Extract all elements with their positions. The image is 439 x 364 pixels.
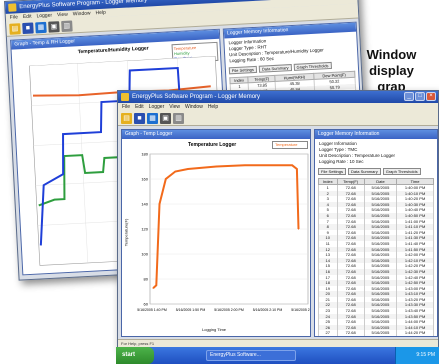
logger-icon[interactable]: ▣ — [48, 20, 60, 33]
open-folder-icon[interactable]: ▤ — [9, 22, 21, 35]
menu-edit[interactable]: Edit — [135, 103, 144, 111]
menu-view[interactable]: View — [169, 103, 180, 111]
tab-graph-thresholds[interactable]: Graph Thresholds — [382, 168, 421, 175]
legend-temperature: Temperature — [275, 142, 298, 147]
taskbar: start EnergyPlus Software... 9:15 PM — [116, 347, 439, 364]
data-point — [155, 284, 157, 286]
menu-view[interactable]: View — [57, 11, 68, 20]
data-point — [152, 287, 154, 289]
y-tick-label: 60 — [144, 302, 149, 307]
front-menubar: File Edit Logger View Window Help — [118, 103, 438, 111]
menu-file[interactable]: File — [122, 103, 130, 111]
menu-logger[interactable]: Logger — [149, 103, 165, 111]
start-button[interactable]: start — [116, 347, 154, 364]
maximize-button[interactable]: □ — [415, 92, 425, 101]
front-tabs: File Settings Data Summary Graph Thresho… — [315, 167, 437, 176]
table-cell: 1:44:20 PM — [396, 330, 434, 336]
table-cell: 5/16/2005 — [363, 330, 398, 336]
info-line: Logging Rate : 10 Sec — [319, 159, 364, 164]
menu-window[interactable]: Window — [73, 9, 91, 18]
front-toolbar: ▤ ■ ▦ ▣ ▥ — [118, 111, 438, 126]
x-tick-label: 5/16/2005 2:10 PM — [253, 308, 283, 312]
menu-help[interactable]: Help — [95, 9, 106, 18]
window-controls: _ □ × — [404, 92, 436, 101]
data-point — [291, 164, 293, 166]
front-plot-title: Temperature Logger — [188, 142, 237, 148]
menu-file[interactable]: File — [10, 13, 18, 21]
tab-data-summary[interactable]: Data Summary — [258, 64, 292, 73]
x-tick-label: 5/16/2005 2:20 PM — [291, 308, 310, 312]
y-tick-label: 180 — [141, 152, 148, 157]
taskbar-app-button[interactable]: EnergyPlus Software... — [206, 350, 296, 361]
x-tick-label: 5/16/2005 2:00 PM — [214, 308, 244, 312]
data-point — [296, 168, 298, 170]
front-memory-window: Logger Memory Information Logger Informa… — [314, 129, 438, 337]
print-icon[interactable]: ▥ — [61, 19, 73, 32]
data-point — [215, 165, 217, 168]
front-ylabel: Temperature(F) — [123, 218, 129, 247]
save-icon[interactable]: ■ — [134, 112, 145, 124]
menu-window[interactable]: Window — [185, 103, 203, 111]
x-tick-label: 5/16/2005 1:40 PM — [137, 308, 167, 312]
app-icon — [8, 3, 17, 12]
front-graph-window: Graph - Temp Logger Temperature Logger T… — [121, 129, 311, 337]
table-cell: 72.68 — [336, 330, 365, 336]
front-memory-info: Logger Information Logger Type : TMC Uni… — [315, 139, 437, 167]
status-bar: For Help, press F1 — [118, 339, 438, 347]
front-plot: 180 160 140 120 100 80 605/16/2005 1:40 PM 5/16… — [137, 152, 310, 312]
print-icon[interactable]: ▥ — [173, 112, 184, 124]
data-point — [174, 170, 176, 173]
y-tick-label: 140 — [141, 202, 148, 207]
system-tray-clock: 9:15 PM — [395, 347, 439, 364]
close-button[interactable]: × — [426, 92, 436, 101]
save-icon[interactable]: ■ — [22, 22, 34, 34]
tab-graph-thresholds[interactable]: Graph Thresholds — [293, 61, 332, 71]
chart-icon[interactable]: ▦ — [147, 112, 158, 124]
menu-help[interactable]: Help — [208, 103, 218, 111]
logger-icon[interactable]: ▣ — [160, 112, 171, 124]
menu-edit[interactable]: Edit — [23, 13, 32, 21]
y-tick-label: 80 — [144, 277, 149, 282]
front-xlabel: Logging Time — [202, 327, 227, 332]
y-tick-label: 100 — [141, 252, 148, 257]
open-folder-icon[interactable]: ▤ — [121, 112, 132, 124]
minimize-button[interactable]: _ — [404, 92, 414, 101]
app-icon — [121, 93, 129, 101]
x-tick-label: 5/16/2005 1:50 PM — [176, 308, 206, 312]
front-titlebar[interactable]: EnergyPlus Software Program - Logger Mem… — [118, 91, 438, 103]
chart-icon[interactable]: ▦ — [35, 21, 47, 33]
table-row[interactable]: 27 72.68 5/16/2005 1:44:20 PM — [318, 330, 434, 336]
data-point — [187, 168, 189, 170]
data-point — [165, 178, 167, 180]
front-app-window: EnergyPlus Software Program - Logger Mem… — [117, 90, 439, 348]
front-graph-title[interactable]: Graph - Temp Logger — [122, 130, 310, 139]
back-plot-title: Temperature/Humidity Logger — [77, 45, 149, 56]
front-window-title: EnergyPlus Software Program - Logger Mem… — [132, 94, 261, 100]
data-point — [263, 164, 265, 166]
tab-file-settings[interactable]: File Settings — [228, 65, 258, 75]
data-point — [244, 164, 246, 166]
front-memory-title[interactable]: Logger Memory Information — [315, 130, 437, 139]
y-tick-label: 160 — [141, 177, 148, 182]
data-point — [278, 164, 281, 166]
data-point — [158, 203, 161, 205]
table-cell: 27 — [318, 330, 338, 336]
front-data-table: Index Temp(F) Date Time 1 72.68 5/16/2005 1… — [318, 178, 434, 336]
y-tick-label: 120 — [141, 227, 148, 232]
menu-logger[interactable]: Logger — [36, 12, 52, 21]
tab-file-settings[interactable]: File Settings — [318, 168, 347, 175]
tab-data-summary[interactable]: Data Summary — [348, 168, 381, 175]
data-point — [297, 228, 300, 230]
front-legend: Temperature — [272, 141, 308, 149]
